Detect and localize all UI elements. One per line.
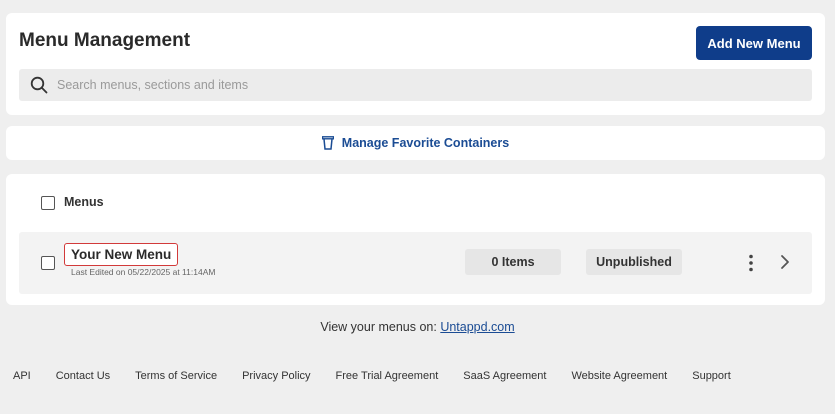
page-title: Menu Management [19,30,191,51]
footer-link-free-trial-agreement[interactable]: Free Trial Agreement [336,370,439,382]
footer-link-privacy-policy[interactable]: Privacy Policy [242,370,310,382]
menus-card: Menus Your New Menu Last Edited on 05/22… [6,174,825,305]
footer-link-support[interactable]: Support [692,370,731,382]
menu-row-checkbox[interactable] [41,256,55,270]
footer-link-terms-of-service[interactable]: Terms of Service [135,370,217,382]
select-all-checkbox[interactable] [41,196,55,210]
more-options-icon[interactable] [745,253,757,273]
search-input[interactable] [57,78,757,92]
menu-name[interactable]: Your New Menu [64,243,179,266]
search-box[interactable] [19,69,812,101]
status-badge: Unpublished [586,249,682,275]
view-menus-line: View your menus on: Untappd.com [0,320,835,334]
header-card: Menu Management Add New Menu [6,13,825,115]
footer-link-saas-agreement[interactable]: SaaS Agreement [463,370,546,382]
view-menus-prefix: View your menus on: [320,320,441,334]
menus-column-label: Menus [64,195,104,209]
chevron-right-icon[interactable] [779,254,791,270]
untappd-link[interactable]: Untappd.com [440,320,514,334]
menu-last-edited: Last Edited on 05/22/2025 at 11:14AM [71,267,216,277]
menu-row[interactable]: Your New Menu Last Edited on 05/22/2025 … [19,232,812,294]
trash-cup-icon [321,136,334,150]
search-icon [30,76,48,94]
footer: API Contact Us Terms of Service Privacy … [13,370,756,382]
manage-favorite-containers-link[interactable]: Manage Favorite Containers [321,136,510,150]
items-count-badge: 0 Items [465,249,561,275]
footer-link-api[interactable]: API [13,370,31,382]
footer-link-contact-us[interactable]: Contact Us [56,370,110,382]
footer-link-website-agreement[interactable]: Website Agreement [571,370,667,382]
add-new-menu-button[interactable]: Add New Menu [696,26,812,60]
manage-favorite-containers-label: Manage Favorite Containers [341,136,510,150]
favorites-card: Manage Favorite Containers [6,126,825,160]
